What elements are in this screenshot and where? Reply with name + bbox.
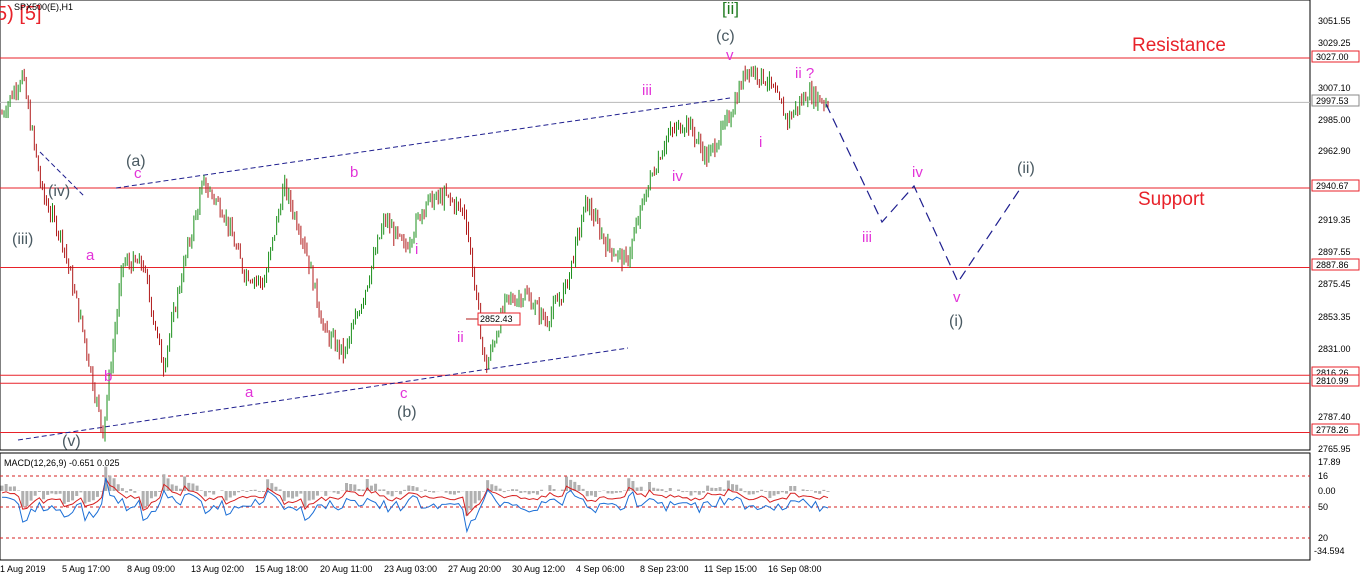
time-tick: 20 Aug 11:00 [320,564,372,574]
price-tick: 2919.35 [1318,215,1351,225]
symbol-title: SPX500(E),H1 [14,2,73,12]
macd-axis: 17.89 16 0.00 50 20 -34.594 [1314,457,1345,556]
support-label: Support [1138,189,1205,210]
wave-label-a-small: a [86,247,95,264]
price-tick: 2853.35 [1318,312,1351,322]
price-tick: 2897.55 [1318,247,1351,257]
wave-label-a-low: a [245,384,254,401]
time-tick: 30 Aug 12:00 [512,564,565,574]
tag-s1: 2940.67 [1316,181,1349,191]
price-tick: 2831.00 [1318,344,1351,354]
wave-label-iv-mid: iv [672,168,683,185]
tag-current: 2997.53 [1316,96,1349,106]
tag-s5: 2778.26 [1316,425,1349,435]
wave-label-proj-ii-paren: (ii) [1017,160,1035,177]
price-axis: 3051.55 3029.25 3007.10 2985.00 2962.90 … [1318,16,1351,454]
resistance-label: Resistance [1132,35,1226,56]
wave-label-green-ii: [ii] [722,0,739,18]
macd-tick: 0.00 [1318,486,1336,496]
wave-label-ii-mid: ii [457,329,464,346]
wave-label-b-small: b [104,368,112,385]
price-tick: 3007.10 [1318,83,1351,93]
wave-label-c-low: c [400,385,408,402]
tag-s4: 2810.99 [1316,376,1349,386]
wave-label-proj-i-paren: (i) [949,313,963,330]
time-tick: 11 Sep 15:00 [704,564,757,574]
macd-tick: 17.89 [1318,457,1341,467]
macd-tick: 50 [1318,502,1328,512]
time-tick: 23 Aug 03:00 [384,564,437,574]
wave-label-i-mid: i [415,241,418,258]
wave-label-proj-iii: iii [862,229,872,246]
time-tick: 13 Aug 02:00 [191,564,244,574]
time-tick: 8 Sep 23:00 [640,564,689,574]
price-tick: 2962.90 [1318,146,1351,156]
time-tick: 5 Aug 17:00 [62,564,110,574]
wave-label-iv-paren: (iv) [48,183,70,200]
wave-label-ii-q: ii ? [795,65,814,82]
wave-label-iii-paren: (iii) [12,231,33,248]
tag-s2: 2887.86 [1316,260,1349,270]
price-tick: 2765.95 [1318,444,1351,454]
wave-label-v-top: v [726,47,734,64]
macd-tick: 16 [1318,471,1328,481]
time-tick: 4 Sep 06:00 [576,564,625,574]
time-tick: 8 Aug 09:00 [127,564,175,574]
wave-label-proj-iv: iv [912,164,923,181]
price-tick: 2787.40 [1318,412,1351,422]
low-marker-text: 2852.43 [480,314,513,324]
time-tick: 16 Sep 08:00 [768,564,822,574]
wave-label-v-paren: (v) [62,433,81,450]
wave-label-c-paren: (c) [716,28,735,45]
price-tick: 2875.45 [1318,279,1351,289]
macd-title: MACD(12,26,9) -0.651 0.025 [4,458,120,468]
time-tick: 27 Aug 20:00 [448,564,501,574]
time-axis: 1 Aug 2019 5 Aug 17:00 8 Aug 09:00 13 Au… [0,564,822,574]
wave-label-c-small: c [134,165,142,182]
time-tick: 1 Aug 2019 [0,564,46,574]
time-tick: 15 Aug 18:00 [255,564,308,574]
price-tick: 3051.55 [1318,16,1351,26]
price-tick: 3029.25 [1318,38,1351,48]
wave-label-b-paren: (b) [397,404,417,421]
wave-label-b-top: b [350,164,358,181]
price-tick: 2985.00 [1318,115,1351,125]
wave-label-i-small: i [759,134,762,151]
wave-label-proj-v: v [953,289,961,306]
tag-r1: 3027.00 [1316,52,1349,62]
wave-label-iii-top: iii [642,82,652,99]
chart-canvas: 5) [5] SPX500(E),H1 3051.55 3029.25 3007… [0,0,1360,574]
macd-tick: 20 [1318,533,1328,543]
macd-tick: -34.594 [1314,546,1345,556]
price-panel-frame [0,0,1311,451]
